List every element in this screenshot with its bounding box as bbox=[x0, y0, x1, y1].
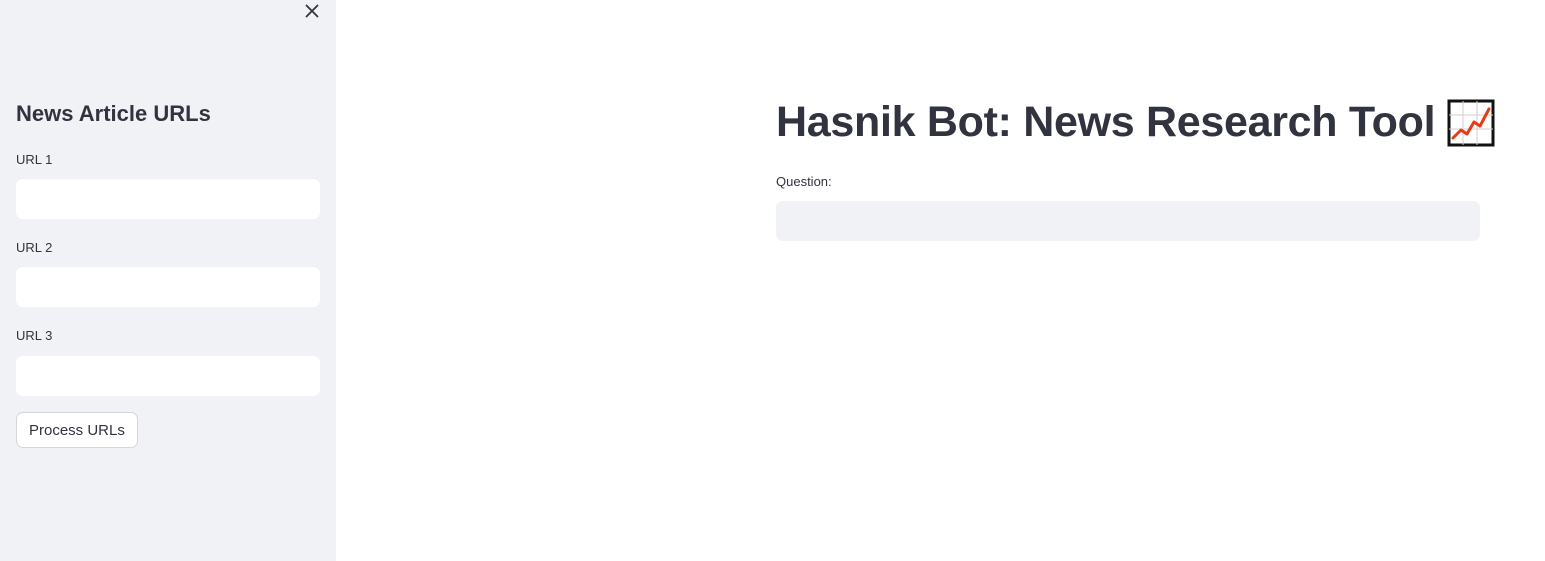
sidebar: News Article URLs URL 1 URL 2 URL 3 Proc… bbox=[0, 0, 336, 561]
chart-increasing-icon bbox=[1447, 99, 1495, 146]
close-icon bbox=[305, 4, 319, 18]
url-2-label: URL 2 bbox=[16, 240, 53, 255]
url-2-input[interactable] bbox=[16, 267, 320, 307]
url-1-label: URL 1 bbox=[16, 152, 53, 167]
app-root: News Article URLs URL 1 URL 2 URL 3 Proc… bbox=[0, 0, 1545, 561]
url-3-label: URL 3 bbox=[16, 328, 53, 343]
question-input[interactable] bbox=[776, 201, 1480, 241]
sidebar-title: News Article URLs bbox=[16, 101, 211, 126]
page-title: Hasnik Bot: News Research Tool bbox=[776, 98, 1495, 147]
page-title-text: Hasnik Bot: News Research Tool bbox=[776, 98, 1436, 146]
url-3-input[interactable] bbox=[16, 356, 320, 396]
question-label: Question: bbox=[776, 174, 832, 189]
url-1-input[interactable] bbox=[16, 179, 320, 219]
close-sidebar-button[interactable] bbox=[301, 0, 323, 22]
process-urls-button[interactable]: Process URLs bbox=[16, 412, 138, 448]
